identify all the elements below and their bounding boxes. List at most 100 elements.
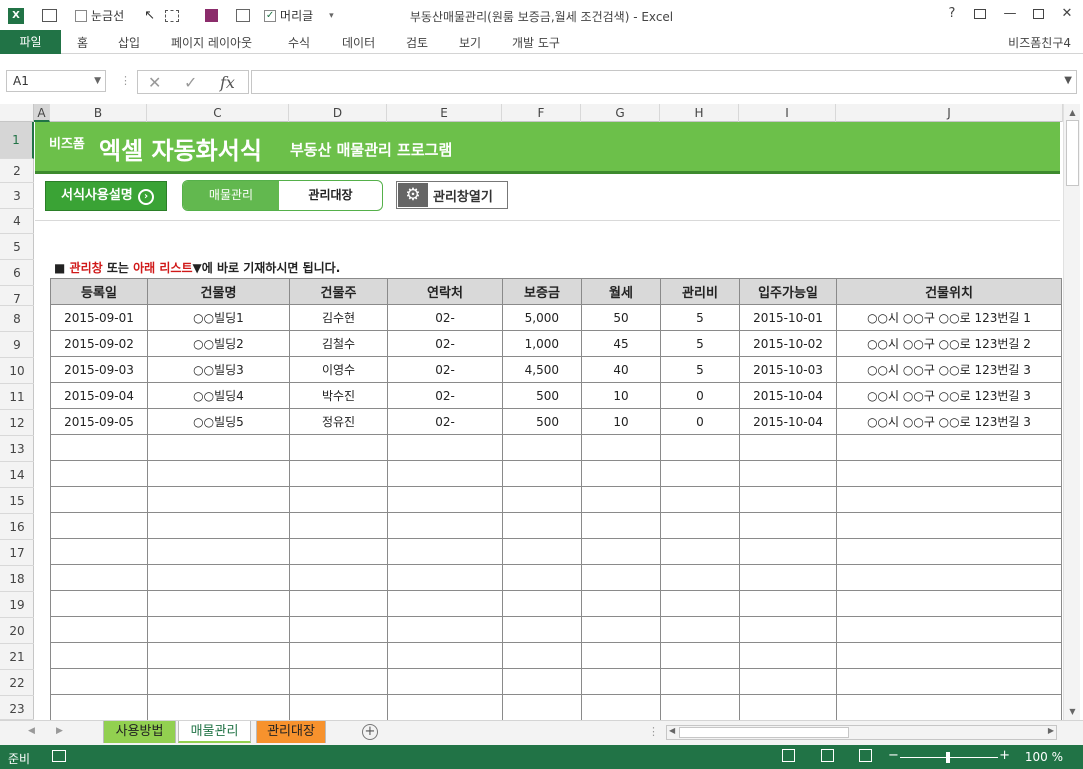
table-cell[interactable] xyxy=(836,642,1062,669)
row-header-3[interactable]: 3 xyxy=(0,183,34,209)
table-cell[interactable]: 2015-09-02 xyxy=(50,330,148,357)
table-cell[interactable]: ○○빌딩4 xyxy=(147,382,290,409)
row-header-16[interactable]: 16 xyxy=(0,514,34,540)
table-cell[interactable] xyxy=(502,512,582,539)
table-cell[interactable]: 박수진 xyxy=(289,382,388,409)
usage-guide-button[interactable]: 서식사용설명 › xyxy=(45,181,167,211)
table-cell[interactable]: 2015-09-03 xyxy=(50,356,148,383)
page-layout-view-icon[interactable] xyxy=(821,749,834,762)
table-cell[interactable]: 5 xyxy=(660,304,740,331)
table-cell[interactable] xyxy=(147,590,290,617)
table-cell[interactable] xyxy=(581,538,661,565)
table-cell[interactable]: 5 xyxy=(660,330,740,357)
column-header-e[interactable]: E xyxy=(387,104,502,122)
table-cell[interactable] xyxy=(581,486,661,513)
column-heading[interactable]: 건물명 xyxy=(147,278,290,305)
table-cell[interactable] xyxy=(660,434,740,461)
table-cell[interactable]: 40 xyxy=(581,356,661,383)
table-cell[interactable] xyxy=(50,564,148,591)
page-break-view-icon[interactable] xyxy=(859,749,872,762)
table-cell[interactable] xyxy=(502,642,582,669)
column-header-j[interactable]: J xyxy=(836,104,1063,122)
table-cell[interactable] xyxy=(50,538,148,565)
table-cell[interactable] xyxy=(50,694,148,720)
table-cell[interactable] xyxy=(289,590,388,617)
table-cell[interactable] xyxy=(502,460,582,487)
table-cell[interactable] xyxy=(660,564,740,591)
row-header-22[interactable]: 22 xyxy=(0,670,34,696)
tab-review[interactable]: 검토 xyxy=(406,34,428,51)
account-name[interactable]: 비즈폼친구4 xyxy=(1008,34,1071,51)
table-cell[interactable] xyxy=(836,538,1062,565)
table-cell[interactable] xyxy=(387,434,503,461)
tab-home[interactable]: 홈 xyxy=(77,34,88,51)
row-header-14[interactable]: 14 xyxy=(0,462,34,488)
tab-data[interactable]: 데이터 xyxy=(342,34,375,51)
table-cell[interactable] xyxy=(660,668,740,695)
expand-formula-icon[interactable]: ▼ xyxy=(1064,75,1072,86)
table-cell[interactable] xyxy=(147,564,290,591)
zoom-level[interactable]: 100 % xyxy=(1025,750,1063,764)
table-cell[interactable]: 02- xyxy=(387,330,503,357)
row-header-20[interactable]: 20 xyxy=(0,618,34,644)
table-cell[interactable] xyxy=(147,486,290,513)
table-cell[interactable] xyxy=(581,590,661,617)
table-cell[interactable] xyxy=(387,642,503,669)
row-header-4[interactable]: 4 xyxy=(0,209,34,234)
zoom-knob[interactable] xyxy=(946,752,950,763)
table-cell[interactable]: ○○시 ○○구 ○○로 123번길 1 xyxy=(836,304,1062,331)
row-header-9[interactable]: 9 xyxy=(0,332,34,358)
table-cell[interactable] xyxy=(739,460,837,487)
table-cell[interactable] xyxy=(581,616,661,643)
table-cell[interactable]: 10 xyxy=(581,382,661,409)
table-cell[interactable]: ○○시 ○○구 ○○로 123번길 2 xyxy=(836,330,1062,357)
table-cell[interactable] xyxy=(739,512,837,539)
table-cell[interactable] xyxy=(502,616,582,643)
table-cell[interactable]: 45 xyxy=(581,330,661,357)
column-header-d[interactable]: D xyxy=(289,104,387,122)
more-icon[interactable]: ⋮ xyxy=(120,74,131,87)
table-cell[interactable] xyxy=(387,616,503,643)
table-cell[interactable]: 4,500 xyxy=(502,356,582,383)
scroll-right-icon[interactable]: ▶ xyxy=(1048,726,1054,735)
table-cell[interactable] xyxy=(739,694,837,720)
table-cell[interactable] xyxy=(387,564,503,591)
table-cell[interactable] xyxy=(147,434,290,461)
table-cell[interactable] xyxy=(739,590,837,617)
macro-record-icon[interactable] xyxy=(52,750,66,762)
table-cell[interactable] xyxy=(836,668,1062,695)
table-cell[interactable] xyxy=(147,668,290,695)
table-cell[interactable] xyxy=(739,642,837,669)
table-cell[interactable] xyxy=(660,486,740,513)
table-cell[interactable] xyxy=(387,512,503,539)
table-cell[interactable]: 김철수 xyxy=(289,330,388,357)
horizontal-scrollbar[interactable]: ◀ ▶ xyxy=(666,725,1057,740)
sheet-tab[interactable]: 관리대장 xyxy=(256,721,326,743)
row-header-6[interactable]: 6 xyxy=(0,260,34,286)
table-cell[interactable] xyxy=(387,538,503,565)
table-cell[interactable] xyxy=(50,512,148,539)
scroll-thumb[interactable] xyxy=(1066,120,1079,186)
table-cell[interactable] xyxy=(50,486,148,513)
table-cell[interactable] xyxy=(739,486,837,513)
column-header-b[interactable]: B xyxy=(50,104,147,122)
name-box[interactable]: A1 ▼ xyxy=(6,70,106,92)
table-cell[interactable] xyxy=(836,590,1062,617)
table-cell[interactable]: 0 xyxy=(660,408,740,435)
row-header-7[interactable]: 7 xyxy=(0,286,34,306)
column-heading[interactable]: 관리비 xyxy=(660,278,740,305)
table-cell[interactable] xyxy=(836,694,1062,720)
enter-icon[interactable]: ✓ xyxy=(184,73,197,92)
table-cell[interactable] xyxy=(147,538,290,565)
table-cell[interactable] xyxy=(836,616,1062,643)
select-all-corner[interactable] xyxy=(0,104,34,122)
table-cell[interactable] xyxy=(836,486,1062,513)
table-cell[interactable] xyxy=(581,668,661,695)
table-cell[interactable] xyxy=(581,512,661,539)
table-cell[interactable] xyxy=(502,668,582,695)
zoom-out-icon[interactable]: − xyxy=(888,748,899,763)
row-header-1[interactable]: 1 xyxy=(0,122,34,159)
table-cell[interactable] xyxy=(581,564,661,591)
table-cell[interactable] xyxy=(289,512,388,539)
minimize-icon[interactable]: — xyxy=(1000,6,1020,24)
